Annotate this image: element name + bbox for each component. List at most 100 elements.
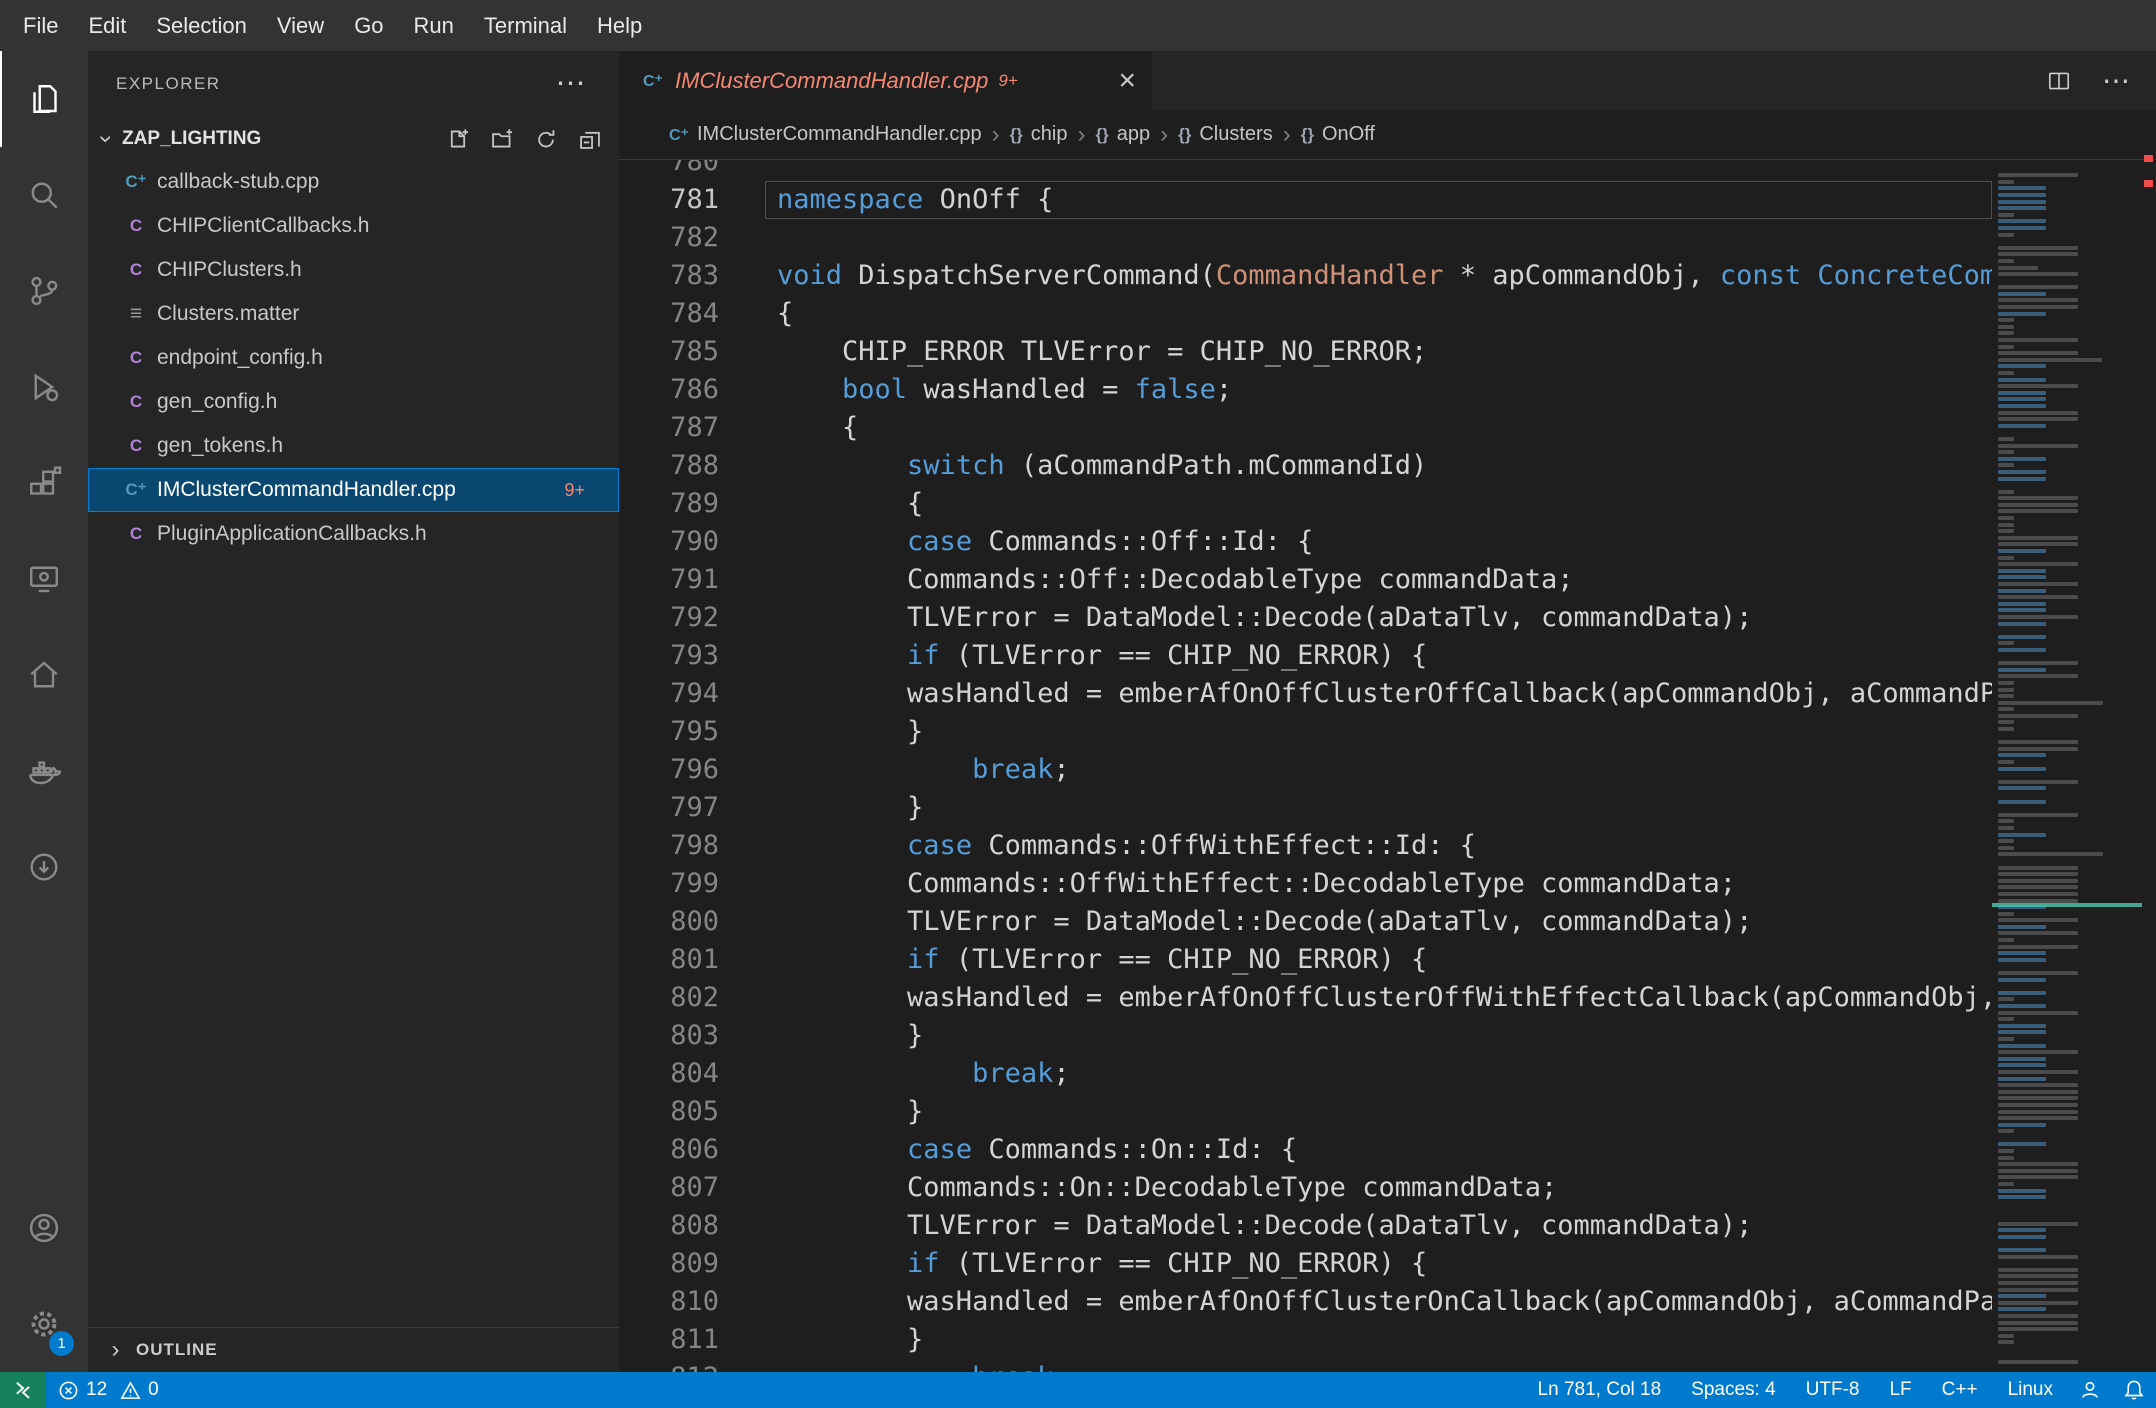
code-line[interactable]: 810 wasHandled = emberAfOnOffClusterOnCa… [619, 1283, 1992, 1321]
os-indicator[interactable]: Linux [1993, 1379, 2068, 1401]
menu-item-view[interactable]: View [262, 13, 339, 39]
code-line[interactable]: 796 break; [619, 751, 1992, 789]
encoding[interactable]: UTF-8 [1791, 1379, 1875, 1401]
h-file-icon: C [129, 436, 143, 455]
breadcrumb-item-app[interactable]: {} app [1096, 123, 1151, 146]
minimap-line [1998, 911, 2014, 916]
code-line[interactable]: 806 case Commands::On::Id: { [619, 1131, 1992, 1169]
code-line[interactable]: 807 Commands::On::DecodableType commandD… [619, 1169, 1992, 1207]
code-line[interactable]: 797 } [619, 789, 1992, 827]
code-line[interactable]: 798 case Commands::OffWithEffect::Id: { [619, 827, 1992, 865]
activity-remote-explorer[interactable] [0, 531, 88, 627]
code-line[interactable]: 785 CHIP_ERROR TLVError = CHIP_NO_ERROR; [619, 333, 1992, 371]
indentation[interactable]: Spaces: 4 [1676, 1379, 1791, 1401]
code-line[interactable]: 794 wasHandled = emberAfOnOffClusterOffC… [619, 675, 1992, 713]
code-line[interactable]: 805 } [619, 1093, 1992, 1131]
activity-explorer[interactable] [0, 51, 88, 147]
language-mode[interactable]: C++ [1927, 1379, 1993, 1401]
menu-item-help[interactable]: Help [582, 13, 657, 39]
code-line[interactable]: 787 { [619, 409, 1992, 447]
activity-home[interactable] [0, 627, 88, 723]
outline-section-header[interactable]: › OUTLINE [88, 1327, 619, 1372]
new-folder-icon[interactable] [491, 128, 513, 150]
activity-docker[interactable] [0, 723, 88, 819]
breadcrumb-item-onoff[interactable]: {} OnOff [1301, 123, 1375, 146]
breadcrumb-label: chip [1030, 123, 1068, 145]
activity-search[interactable] [0, 147, 88, 243]
line-content: break; [972, 1058, 1070, 1089]
folder-section-header[interactable]: › ZAP_LIGHTING [88, 117, 619, 160]
menu-item-file[interactable]: File [8, 13, 73, 39]
notifications-bell-icon[interactable] [2112, 1379, 2156, 1401]
file-item-gen-config-h[interactable]: Cgen_config.h [88, 380, 619, 424]
activity-source-control[interactable] [0, 243, 88, 339]
file-item-clusters-matter[interactable]: ≡ Clusters.matter [88, 292, 619, 336]
code-line[interactable]: 788 switch (aCommandPath.mCommandId) [619, 447, 1992, 485]
remote-indicator[interactable] [0, 1372, 46, 1408]
code-line[interactable]: 784 { [619, 295, 1992, 333]
code-line[interactable]: 803 } [619, 1017, 1992, 1055]
activity-extensions[interactable] [0, 435, 88, 531]
feedback-icon[interactable] [2068, 1379, 2112, 1401]
code-line[interactable]: 781 namespace OnOff { [619, 181, 1992, 219]
activity-dependencies[interactable] [0, 819, 88, 915]
code-line[interactable]: 802 wasHandled = emberAfOnOffClusterOffW… [619, 979, 1992, 1017]
file-item-pluginapplicationcallbacks-h[interactable]: C PluginApplicationCallbacks.h [88, 512, 619, 556]
file-item-callback-stub-cpp[interactable]: C⁺ callback-stub.cpp [88, 160, 619, 204]
activity-settings[interactable]: 1 [0, 1276, 88, 1372]
activity-account[interactable] [0, 1180, 88, 1276]
activity-run-debug[interactable] [0, 339, 88, 435]
code-line[interactable]: 790 case Commands::Off::Id: { [619, 523, 1992, 561]
code-line[interactable]: 792 TLVError = DataModel::Decode(aDataTl… [619, 599, 1992, 637]
breadcrumb-item-clusters[interactable]: {} Clusters [1178, 123, 1273, 146]
menu-item-run[interactable]: Run [399, 13, 469, 39]
minimap-line [1998, 727, 2014, 732]
close-icon[interactable]: × [1118, 65, 1136, 95]
menu-item-terminal[interactable]: Terminal [469, 13, 582, 39]
code-line[interactable]: 782 [619, 219, 1992, 257]
menu-item-go[interactable]: Go [339, 13, 398, 39]
menu-item-edit[interactable]: Edit [73, 13, 141, 39]
minimap[interactable] [1992, 160, 2142, 1372]
new-file-icon[interactable] [447, 128, 469, 150]
file-item-endpoint-config-h[interactable]: Cendpoint_config.h [88, 336, 619, 380]
split-editor-icon[interactable] [2046, 68, 2072, 94]
code-line[interactable]: 786 bool wasHandled = false; [619, 371, 1992, 409]
cursor-position[interactable]: Ln 781, Col 18 [1523, 1379, 1677, 1401]
file-item-gen-tokens-h[interactable]: Cgen_tokens.h [88, 424, 619, 468]
menu-item-selection[interactable]: Selection [141, 13, 262, 39]
code-line[interactable]: 783 void DispatchServerCommand(CommandHan… [619, 257, 1992, 295]
minimap-line [1998, 535, 2078, 540]
code-line[interactable]: 780 [619, 160, 1992, 181]
code-line[interactable]: 791 Commands::Off::DecodableType command… [619, 561, 1992, 599]
file-problems-badge: 9+ [564, 479, 585, 500]
problems-status[interactable]: 12 0 [46, 1379, 171, 1401]
code-line[interactable]: 800 TLVError = DataModel::Decode(aDataTl… [619, 903, 1992, 941]
code-line[interactable]: 811 } [619, 1321, 1992, 1359]
minimap-line [1998, 298, 2078, 303]
file-item-chipclientcallbacks-h[interactable]: C CHIPClientCallbacks.h [88, 204, 619, 248]
minimap-line [1998, 1274, 2078, 1279]
code-line[interactable]: 789 { [619, 485, 1992, 523]
eol-sequence[interactable]: LF [1874, 1379, 1926, 1401]
code-line[interactable]: 812 break; [619, 1359, 1992, 1372]
tab-imclustercommandhandler[interactable]: C⁺ IMClusterCommandHandler.cpp 9+ × [619, 51, 1152, 110]
refresh-icon[interactable] [535, 128, 557, 150]
file-item-imclustercommandhandler-cpp[interactable]: C⁺ IMClusterCommandHandler.cpp 9+ [88, 468, 619, 512]
code-editor[interactable]: 780 781 namespace OnOff {782 783 void Dispat… [619, 160, 1992, 1372]
minimap-line [1998, 1287, 2078, 1292]
line-content: CHIP_ERROR TLVError = CHIP_NO_ERROR; [777, 336, 1428, 367]
breadcrumb-item-imclustercommandhandler.cpp[interactable]: C⁺ IMClusterCommandHandler.cpp [669, 123, 982, 146]
file-item-chipclusters-h[interactable]: C CHIPClusters.h [88, 248, 619, 292]
code-line[interactable]: 795 } [619, 713, 1992, 751]
cpp-file-icon: C⁺ [643, 72, 663, 90]
code-line[interactable]: 799 Commands::OffWithEffect::DecodableTy… [619, 865, 1992, 903]
collapse-all-icon[interactable] [579, 128, 601, 150]
code-line[interactable]: 793 if (TLVError == CHIP_NO_ERROR) { [619, 637, 1992, 675]
code-line[interactable]: 808 TLVError = DataModel::Decode(aDataTl… [619, 1207, 1992, 1245]
code-line[interactable]: 809 if (TLVError == CHIP_NO_ERROR) { [619, 1245, 1992, 1283]
breadcrumb-item-chip[interactable]: {} chip [1010, 123, 1068, 146]
code-line[interactable]: 804 break; [619, 1055, 1992, 1093]
code-line[interactable]: 801 if (TLVError == CHIP_NO_ERROR) { [619, 941, 1992, 979]
overview-ruler[interactable] [2142, 110, 2156, 1372]
